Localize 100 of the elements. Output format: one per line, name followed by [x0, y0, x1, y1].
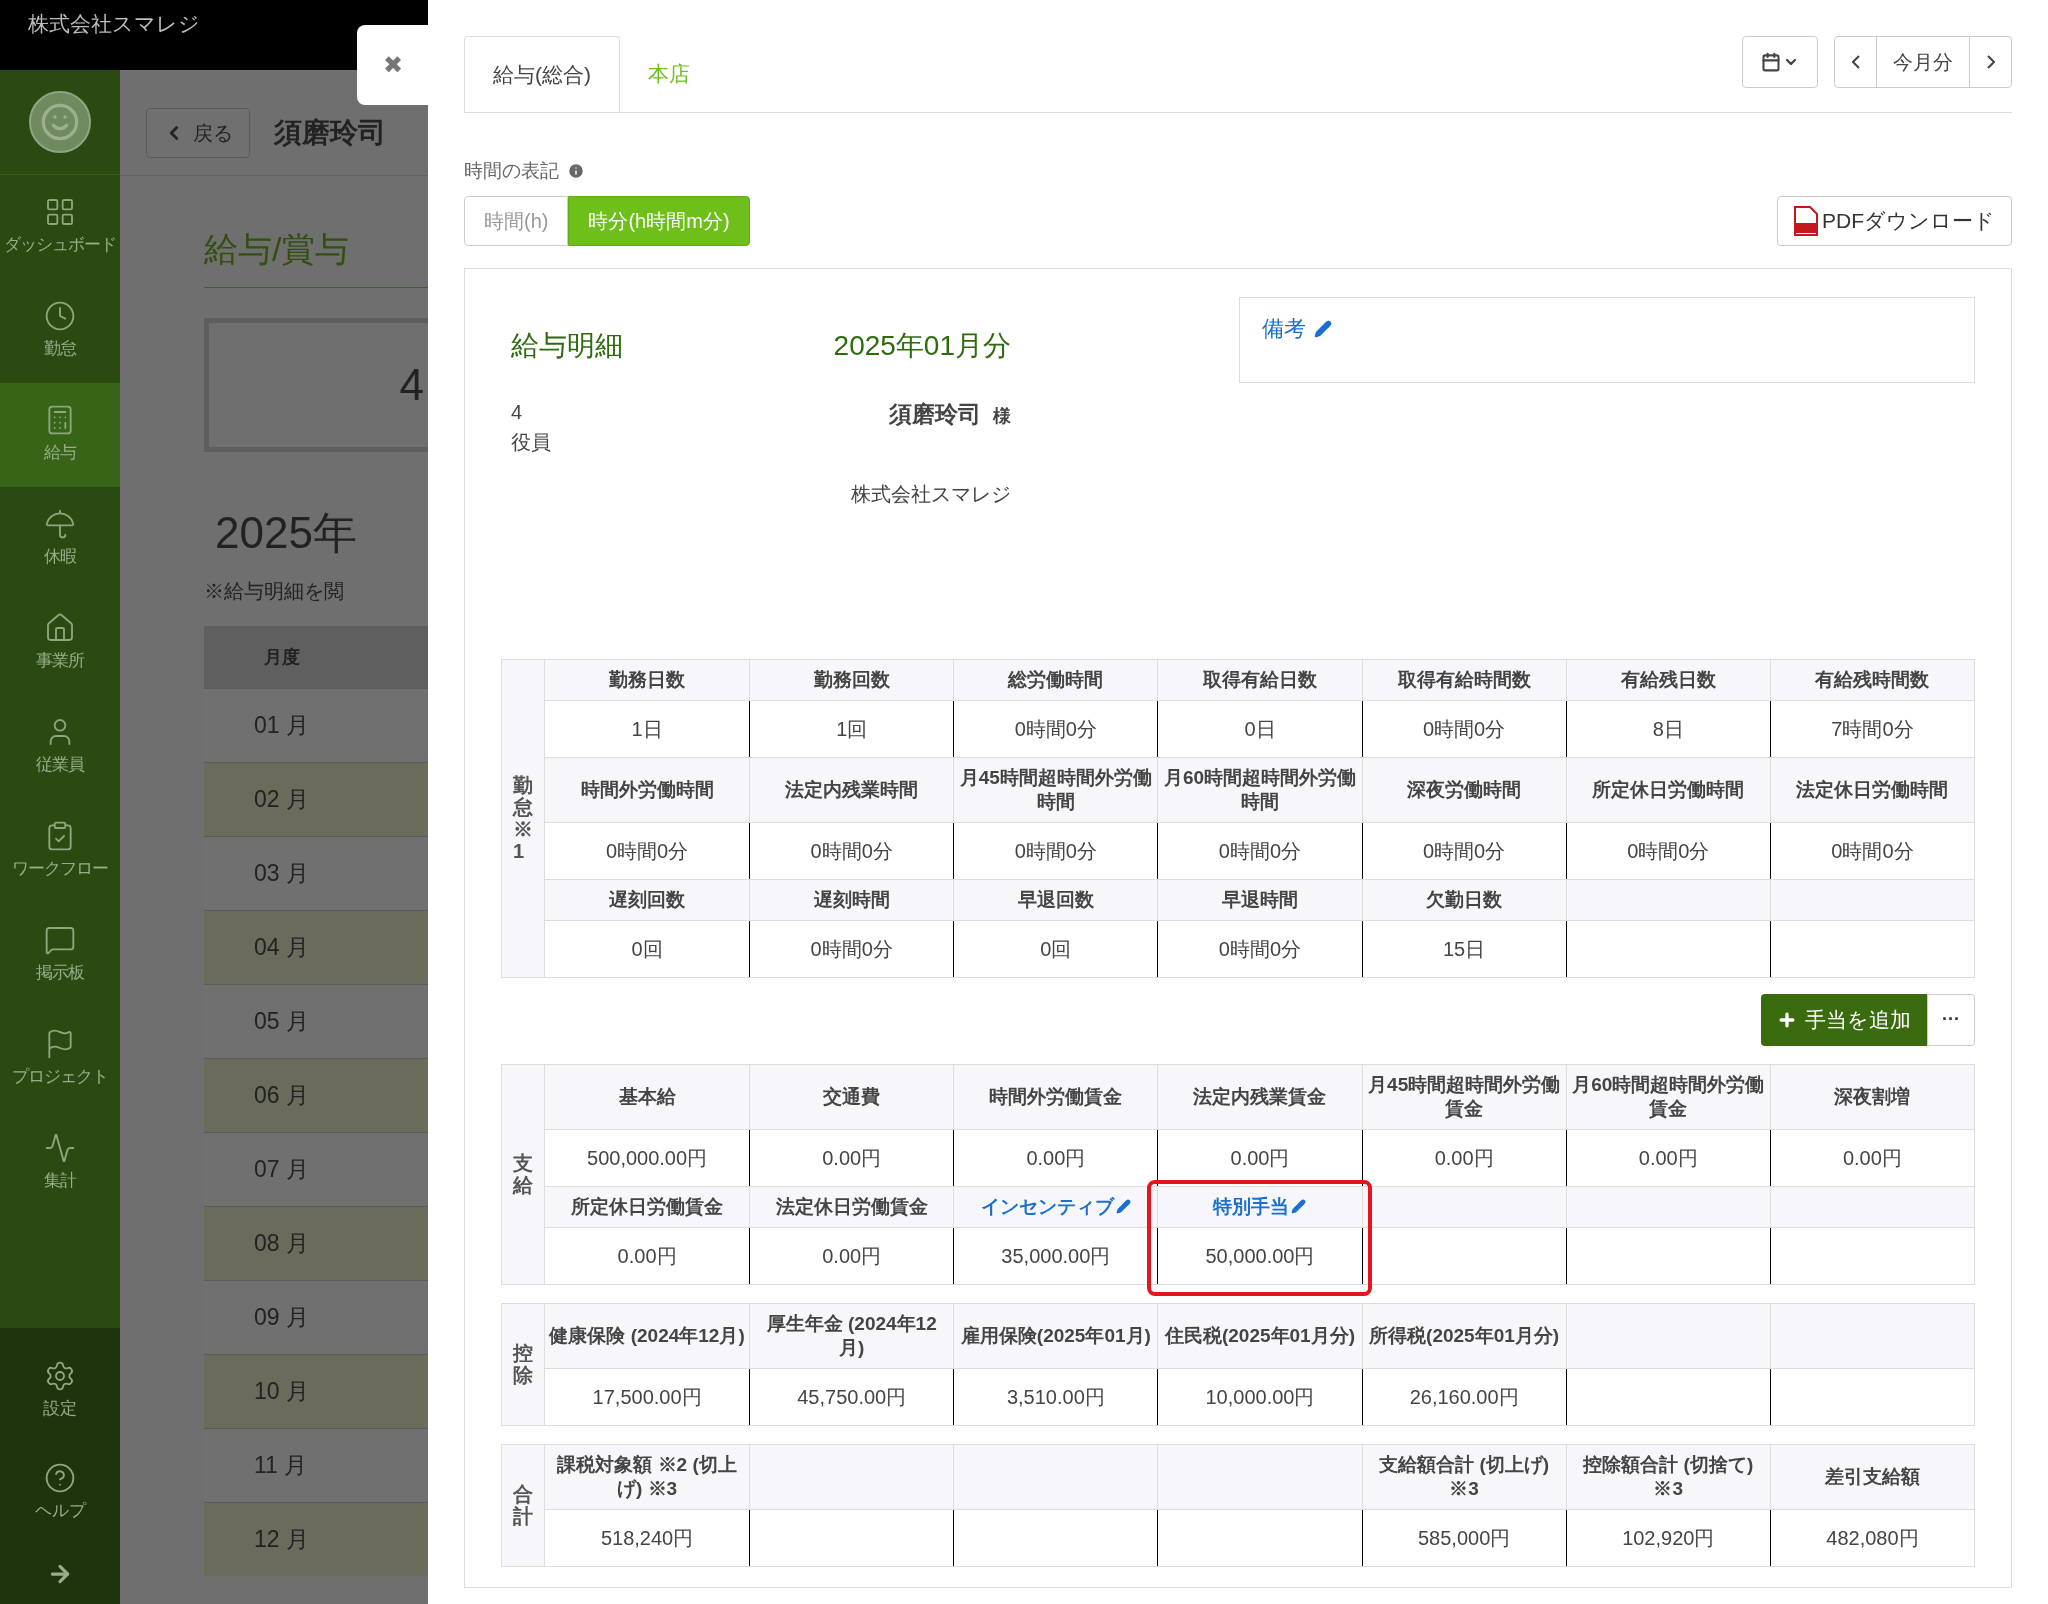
column-header: 月45時間超時間外労働時間	[958, 765, 1153, 814]
month-cell[interactable]: 09 月	[254, 1300, 309, 1335]
table-cell-text: 0時間0分	[1218, 936, 1302, 962]
table-cell-text: 8日	[1652, 716, 1684, 742]
year-heading: 2025年	[215, 508, 357, 557]
table-cell-text: 0時間0分	[1218, 838, 1302, 864]
table-cell-text: 0.00円	[822, 1243, 882, 1269]
table-cell-text: 0時間0分	[1831, 838, 1914, 864]
column-header: 総労働時間	[1008, 667, 1104, 692]
table-cell-text: 0時間0分	[1423, 838, 1506, 864]
table-cell-text: 0時間0分	[1014, 838, 1097, 864]
table-cell-text: 0時間0分	[1423, 716, 1506, 742]
table-cell-text: 3,510.00円	[1006, 1384, 1105, 1410]
payslip-title: 給与明細	[511, 328, 623, 363]
company-name: 株式会社スマレジ	[28, 11, 200, 37]
sidebar-item[interactable]: 設定	[0, 1340, 120, 1442]
month-cell[interactable]: 05 月	[254, 1004, 309, 1039]
column-header: 取得有給日数	[1203, 667, 1317, 692]
table-cell-text: 102,920円	[1622, 1525, 1715, 1551]
add-allowance-button[interactable]: 手当を追加	[1761, 993, 1927, 1046]
month-cell[interactable]: 08 月	[254, 1226, 309, 1261]
column-header: 深夜労働時間	[1407, 777, 1522, 802]
chevron-left-icon	[1851, 55, 1860, 69]
section-label: 勤怠※1	[513, 774, 533, 862]
settings-icon	[44, 1360, 76, 1393]
table-cell-text: 500,000.00円	[587, 1145, 708, 1171]
table-cell-text: 0.00円	[1842, 1145, 1902, 1171]
section-label: 支給	[513, 1152, 533, 1196]
note-text: ※給与明細を閲	[204, 580, 344, 602]
column-header: 月45時間超時間外労働賃金	[1367, 1072, 1562, 1121]
remarks-link[interactable]: 備考	[1262, 312, 1332, 345]
table-cell-text: 50,000.00円	[1205, 1243, 1315, 1269]
table-cell-text: 0時間0分	[1627, 838, 1710, 864]
column-header: 法定休日労働賃金	[775, 1194, 928, 1219]
calendar-dropdown[interactable]	[1742, 36, 1818, 88]
more-button[interactable]: ···	[1927, 993, 1975, 1046]
column-header: 早退時間	[1222, 887, 1298, 912]
table-cell-text: 0時間0分	[810, 936, 893, 962]
employee-number: 4	[511, 399, 524, 425]
column-header: 遅刻時間	[813, 887, 890, 912]
month-cell[interactable]: 04 月	[254, 930, 309, 965]
company-name: 株式会社スマレジ	[851, 481, 1011, 507]
column-header: 早退回数	[1017, 887, 1094, 912]
chevron-right-icon	[1986, 55, 1995, 69]
sidebar-item[interactable]: ヘルプ	[0, 1442, 120, 1544]
pdf-download-button[interactable]: PDFダウンロード	[1777, 195, 2012, 246]
column-header: 交通費	[823, 1084, 881, 1109]
tab[interactable]: 給与(総合)	[464, 36, 620, 112]
table-cell-text: 0.00円	[1230, 1145, 1290, 1171]
pdf-file-icon	[1794, 205, 1818, 236]
column-header: 月度	[264, 645, 300, 669]
month-cell[interactable]: 06 月	[254, 1078, 309, 1113]
month-cell[interactable]: 11 月	[254, 1448, 308, 1483]
table-cell-text: 0時間0分	[810, 838, 893, 864]
table-cell-text: 26,160.00円	[1409, 1384, 1519, 1410]
back-button[interactable]: 戻る	[146, 107, 250, 158]
card-number: 4	[399, 359, 424, 411]
time-format-option[interactable]: 時間(h)	[464, 195, 569, 246]
close-button[interactable]: ✖	[357, 25, 429, 105]
time-format-option[interactable]: 時分(h時間m分)	[568, 195, 750, 246]
month-cell[interactable]: 10 月	[254, 1374, 309, 1409]
column-header: 法定休日労働時間	[1796, 777, 1949, 802]
column-header: 支給額合計 (切上げ) ※3	[1378, 1452, 1551, 1501]
table-cell-text: 1回	[836, 716, 868, 742]
column-header: 深夜割増	[1834, 1084, 1911, 1109]
table-cell-text: 0回	[631, 936, 663, 962]
column-header: 欠勤日数	[1426, 887, 1503, 912]
tab[interactable]: 本店	[620, 36, 718, 112]
month-cell[interactable]: 03 月	[254, 856, 309, 891]
table-cell-text: 7時間0分	[1831, 716, 1914, 742]
month-cell[interactable]: 02 月	[254, 782, 309, 817]
umbrella-icon	[44, 508, 76, 541]
honorific: 様	[993, 404, 1011, 428]
column-header: 所定休日労働時間	[1592, 777, 1745, 802]
month-cell[interactable]: 12 月	[254, 1522, 309, 1557]
column-header: 課税対象額 ※2 (切上げ) ※3	[556, 1452, 738, 1501]
column-header: 基本給	[618, 1084, 676, 1109]
employee-name: 須磨玲司	[889, 399, 981, 429]
employee-position: 役員	[511, 429, 551, 455]
column-header: 有給残日数	[1620, 667, 1716, 692]
column-header: 取得有給時間数	[1397, 667, 1531, 692]
column-header: 時間外労働時間	[580, 777, 714, 802]
employee-name: 須磨玲司	[274, 115, 386, 150]
sidebar-item[interactable]: 給与	[0, 383, 120, 487]
table-cell-text: 17,500.00円	[592, 1384, 702, 1410]
column-header: 健康保険 (2024年12月)	[549, 1323, 745, 1348]
table-cell-text: 35,000.00円	[1001, 1243, 1111, 1269]
table-cell-text: 1日	[631, 716, 663, 742]
month-cell[interactable]: 01 月	[254, 708, 309, 743]
column-header: 遅刻回数	[609, 887, 686, 912]
pencil-icon	[1314, 319, 1332, 338]
table-cell-text: 0.00円	[1638, 1145, 1698, 1171]
table-cell-text: 45,750.00円	[797, 1384, 907, 1410]
month-cell[interactable]: 07 月	[254, 1152, 309, 1187]
payslip-month: 2025年01月分	[833, 328, 1012, 363]
column-header: 控除額合計 (切捨て) ※3	[1581, 1452, 1755, 1501]
column-header: 差引支給額	[1824, 1464, 1920, 1489]
column-header: 時間外労働賃金	[989, 1084, 1123, 1109]
table-cell-text: 0日	[1244, 716, 1276, 742]
time-format-label: 時間の表記	[464, 159, 559, 183]
